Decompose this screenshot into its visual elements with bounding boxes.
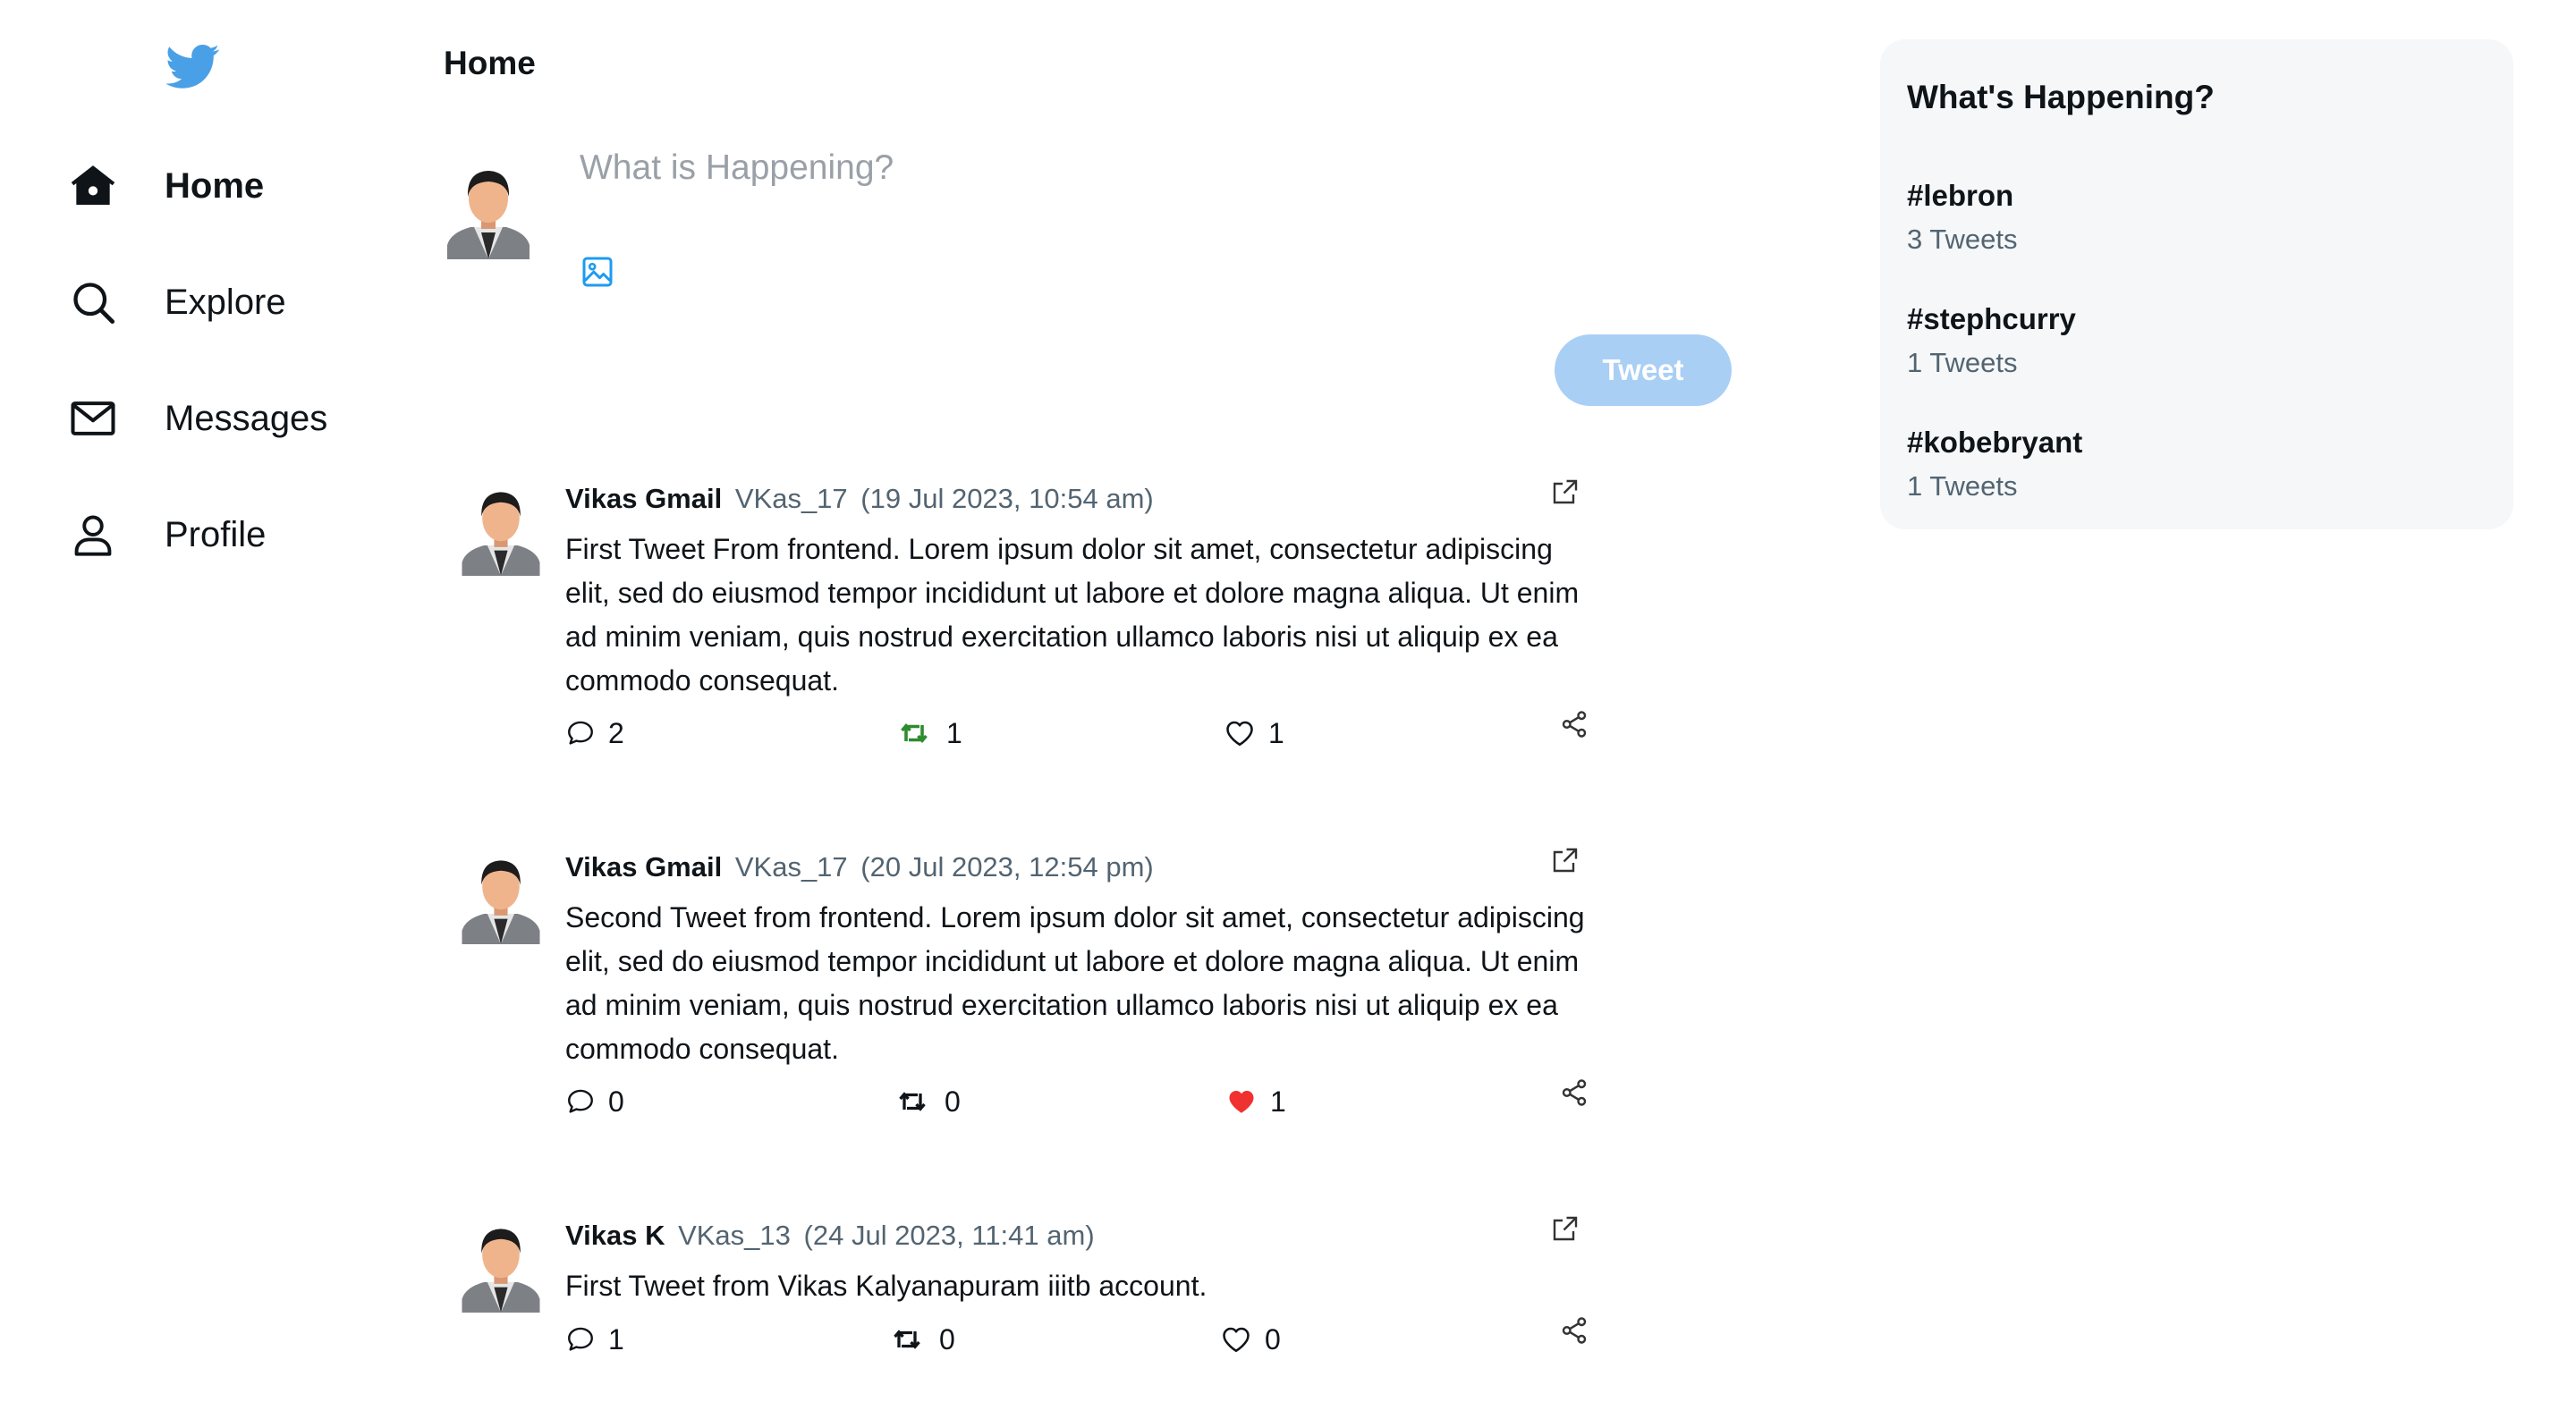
heart-icon xyxy=(1224,717,1256,749)
like-count: 1 xyxy=(1268,716,1284,749)
trends-panel: What's Happening? #lebron 3 Tweets #step… xyxy=(1880,39,2513,529)
sidebar-item-label: Explore xyxy=(165,282,286,322)
like-count: 1 xyxy=(1270,1085,1286,1118)
like-button[interactable]: 1 xyxy=(1224,714,1284,753)
sidebar-item-explore[interactable]: Explore xyxy=(68,266,354,338)
trends-title: What's Happening? xyxy=(1907,79,2215,115)
heart-icon xyxy=(1220,1323,1252,1356)
author-name[interactable]: Vikas K xyxy=(565,1220,665,1251)
retweet-button[interactable]: 0 xyxy=(893,1082,961,1121)
twitter-logo-icon[interactable] xyxy=(165,39,231,93)
tweet-header: Vikas Gmail VKas_17 (20 Jul 2023, 12:54 … xyxy=(565,851,1154,883)
author-name[interactable]: Vikas Gmail xyxy=(565,851,722,883)
sidebar-item-profile[interactable]: Profile xyxy=(68,499,354,570)
share-icon[interactable] xyxy=(1558,1077,1590,1109)
tweet-timestamp: (19 Jul 2023, 10:54 am) xyxy=(860,483,1154,514)
tweet-text: First Tweet From frontend. Lorem ipsum d… xyxy=(565,533,1580,697)
home-icon xyxy=(68,161,118,211)
retweet-count: 0 xyxy=(939,1322,955,1356)
sidebar-item-label: Home xyxy=(165,165,265,206)
trend-count: 1 Tweets xyxy=(1907,470,2018,502)
tweet-card[interactable]: Vikas Gmail VKas_17 (19 Jul 2023, 10:54 … xyxy=(458,479,1587,769)
trend-count: 1 Tweets xyxy=(1907,347,2018,378)
share-icon[interactable] xyxy=(1558,1314,1590,1347)
avatar[interactable] xyxy=(458,483,544,576)
comment-icon xyxy=(565,1086,596,1117)
reply-count: 0 xyxy=(608,1085,624,1118)
author-handle[interactable]: VKas_17 xyxy=(735,483,848,514)
search-icon xyxy=(68,277,118,327)
image-icon[interactable] xyxy=(580,254,615,290)
sidebar-item-messages[interactable]: Messages xyxy=(68,383,354,454)
author-handle[interactable]: VKas_17 xyxy=(735,851,848,883)
tweet-header: Vikas Gmail VKas_17 (19 Jul 2023, 10:54 … xyxy=(565,483,1154,515)
tweet-button[interactable]: Tweet xyxy=(1555,334,1732,406)
like-button[interactable]: 0 xyxy=(1220,1320,1281,1359)
trend-hashtag[interactable]: #kobebryant xyxy=(1907,426,2082,460)
tweet-actions: 0 0 1 xyxy=(565,1079,1587,1121)
avatar[interactable] xyxy=(442,161,535,259)
retweet-icon xyxy=(894,717,934,749)
sidebar-item-home[interactable]: Home xyxy=(68,150,354,222)
retweet-button[interactable]: 0 xyxy=(887,1320,955,1359)
tweet-card[interactable]: Vikas K VKas_13 (24 Jul 2023, 11:41 am) … xyxy=(458,1216,1587,1372)
retweet-count: 0 xyxy=(945,1085,961,1118)
retweet-count: 1 xyxy=(946,716,962,749)
retweet-button[interactable]: 1 xyxy=(894,714,962,753)
reply-button[interactable]: 0 xyxy=(565,1082,624,1121)
trend-item[interactable]: #lebron 3 Tweets xyxy=(1907,179,2018,256)
reply-count: 1 xyxy=(608,1322,624,1356)
retweet-icon xyxy=(887,1323,927,1356)
sidebar-item-label: Messages xyxy=(165,398,328,438)
comment-icon xyxy=(565,718,596,748)
like-button[interactable]: 1 xyxy=(1225,1082,1286,1121)
like-count: 0 xyxy=(1265,1322,1281,1356)
trend-count: 3 Tweets xyxy=(1907,224,2018,255)
retweet-icon xyxy=(893,1085,932,1118)
trend-hashtag[interactable]: #stephcurry xyxy=(1907,302,2076,336)
tweet-actions: 2 1 1 xyxy=(565,711,1587,753)
compose-input[interactable] xyxy=(580,143,1724,193)
page-title: Home xyxy=(444,45,536,81)
tweet-text: Second Tweet from frontend. Lorem ipsum … xyxy=(565,901,1585,1065)
tweet-text: First Tweet from Vikas Kalyanapuram iiit… xyxy=(565,1270,1208,1302)
reply-button[interactable]: 2 xyxy=(565,714,624,753)
trend-item[interactable]: #kobebryant 1 Tweets xyxy=(1907,426,2082,503)
tweet-timestamp: (24 Jul 2023, 11:41 am) xyxy=(803,1220,1095,1251)
share-icon[interactable] xyxy=(1558,708,1590,740)
trend-hashtag[interactable]: #lebron xyxy=(1907,179,2018,213)
author-name[interactable]: Vikas Gmail xyxy=(565,483,722,514)
external-link-icon[interactable] xyxy=(1549,844,1581,876)
external-link-icon[interactable] xyxy=(1549,1212,1581,1245)
author-handle[interactable]: VKas_13 xyxy=(678,1220,791,1251)
external-link-icon[interactable] xyxy=(1549,476,1581,508)
avatar[interactable] xyxy=(458,851,544,944)
sidebar-item-label: Profile xyxy=(165,514,267,554)
tweet-card[interactable]: Vikas Gmail VKas_17 (20 Jul 2023, 12:54 … xyxy=(458,848,1587,1137)
tweet-actions: 1 0 0 xyxy=(565,1317,1587,1359)
tweet-header: Vikas K VKas_13 (24 Jul 2023, 11:41 am) xyxy=(565,1220,1095,1252)
tweet-timestamp: (20 Jul 2023, 12:54 pm) xyxy=(860,851,1154,883)
trend-item[interactable]: #stephcurry 1 Tweets xyxy=(1907,302,2076,379)
comment-icon xyxy=(565,1324,596,1355)
avatar[interactable] xyxy=(458,1220,544,1313)
mail-icon xyxy=(68,393,118,443)
user-icon xyxy=(68,510,118,560)
reply-count: 2 xyxy=(608,716,624,749)
heart-filled-icon xyxy=(1225,1085,1258,1118)
reply-button[interactable]: 1 xyxy=(565,1320,624,1359)
